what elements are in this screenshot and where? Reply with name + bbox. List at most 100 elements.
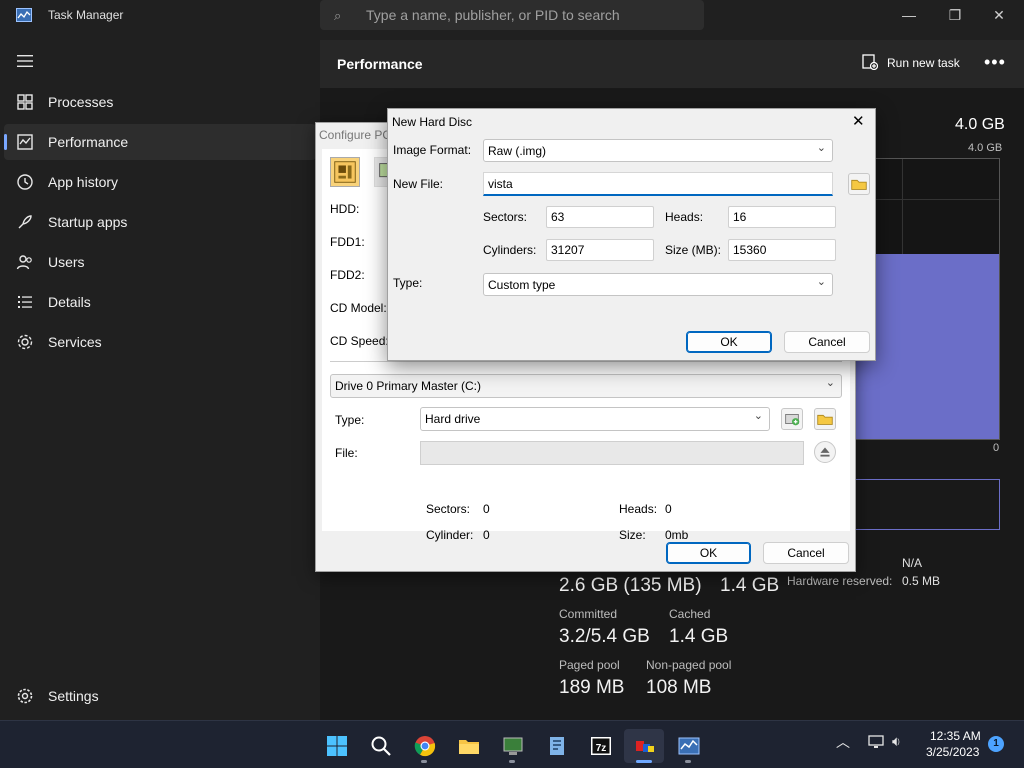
image-format-label: Image Format: <box>393 143 472 157</box>
taskbar-chrome[interactable] <box>404 729 444 763</box>
cancel-button[interactable]: Cancel <box>784 331 870 353</box>
search-box[interactable]: ⌕ <box>320 0 704 30</box>
taskbar-active-app[interactable] <box>624 729 664 763</box>
cylinder-value: 0 <box>483 528 490 542</box>
drive-type-select[interactable]: Hard drive ⌄ <box>420 407 770 431</box>
network-icon[interactable] <box>868 735 886 749</box>
taskbar-pcem[interactable] <box>492 729 532 763</box>
taskbar-7zip[interactable]: 7z <box>580 729 620 763</box>
page-title: Performance <box>337 56 423 72</box>
nav-item-services[interactable]: Services <box>4 324 316 360</box>
nav-item-label: Performance <box>48 134 129 150</box>
non-paged-pool-value: 108 MB <box>646 677 712 698</box>
cylinders-input[interactable]: 31207 <box>546 239 654 261</box>
hamburger-menu-icon[interactable] <box>16 54 34 68</box>
minimize-button[interactable]: — <box>886 0 932 30</box>
heads-value: 0 <box>665 502 672 516</box>
paged-pool-label: Paged pool <box>559 658 620 672</box>
nav-item-performance[interactable]: Performance <box>4 124 316 160</box>
start-icon <box>327 736 347 756</box>
run-new-task-label: Run new task <box>887 56 960 70</box>
taskbar-search-button[interactable] <box>360 729 400 763</box>
cylinder-label: Cylinder: <box>426 528 474 542</box>
start-button[interactable] <box>316 729 356 763</box>
chevron-down-icon: ⌄ <box>816 276 826 288</box>
disk-type-label: Type: <box>393 276 423 290</box>
taskbar-task-manager[interactable] <box>668 729 708 763</box>
disk-type-select[interactable]: Custom type ⌄ <box>483 273 833 296</box>
new-disk-icon[interactable] <box>781 408 803 430</box>
maximize-button[interactable]: ❐ <box>932 0 978 30</box>
new-hard-disc-dialog: New Hard Disc ✕ Image Format: Raw (.img)… <box>387 108 876 361</box>
7zip-icon: 7z <box>591 737 611 755</box>
clock-time[interactable]: 12:35 AM <box>930 729 981 743</box>
new-file-input[interactable]: vista <box>483 172 833 196</box>
task-manager-icon <box>16 8 32 22</box>
search-icon <box>371 736 391 756</box>
processes-icon <box>17 94 33 110</box>
more-options-button[interactable]: ••• <box>984 52 1006 73</box>
window-title: Task Manager <box>48 8 124 22</box>
sectors-input[interactable]: 63 <box>546 206 654 228</box>
file-explorer-icon <box>459 740 479 754</box>
nav-item-details[interactable]: Details <box>4 284 316 320</box>
cd-speed-label: CD Speed: <box>330 334 389 348</box>
show-hidden-icons-button[interactable]: ︿ <box>836 732 850 752</box>
close-icon[interactable]: ✕ <box>852 112 865 130</box>
eject-icon[interactable] <box>814 441 836 463</box>
dialog-title: New Hard Disc <box>392 115 473 129</box>
volume-icon[interactable]: 🔉︎ <box>892 733 901 750</box>
users-icon <box>16 255 32 270</box>
chevron-down-icon: ⌄ <box>816 142 826 154</box>
cancel-button[interactable]: Cancel <box>763 542 849 564</box>
sectors-label: Sectors: <box>483 210 528 224</box>
notification-badge[interactable]: 1 <box>988 736 1004 752</box>
navigation-sidebar: Processes Performance App history Startu… <box>0 40 320 720</box>
image-format-select[interactable]: Raw (.img) ⌄ <box>483 139 833 162</box>
sectors-value: 0 <box>483 502 490 516</box>
clock-date[interactable]: 3/25/2023 <box>926 745 979 759</box>
available-value: 1.4 GB <box>720 575 780 596</box>
taskbar-notepad[interactable] <box>536 729 576 763</box>
ok-button[interactable]: OK <box>686 331 772 353</box>
settings-gear-icon <box>17 688 33 704</box>
size-input[interactable]: 15360 <box>728 239 836 261</box>
nav-item-label: App history <box>48 174 119 190</box>
search-icon: ⌕ <box>334 8 342 23</box>
hardware-reserved-value: 0.5 MB <box>902 574 941 588</box>
nav-item-label: Processes <box>48 94 114 110</box>
search-input[interactable] <box>366 5 686 25</box>
non-paged-pool-label: Non-paged pool <box>646 658 732 672</box>
cd-model-label: CD Model: <box>330 301 387 315</box>
taskbar-file-explorer[interactable] <box>448 729 488 763</box>
ok-button[interactable]: OK <box>666 542 751 564</box>
size-value: 0mb <box>665 528 689 542</box>
close-button[interactable]: ✕ <box>976 0 1022 30</box>
na-value: N/A <box>902 556 923 570</box>
run-task-icon <box>862 54 878 70</box>
nav-item-settings[interactable]: Settings <box>4 678 316 714</box>
heads-input[interactable]: 16 <box>728 206 836 228</box>
nav-item-label: Startup apps <box>48 214 128 230</box>
paged-pool-value: 189 MB <box>559 677 625 698</box>
image-format-value: Raw (.img) <box>488 144 547 158</box>
drive-select-value: Drive 0 Primary Master (C:) <box>335 379 482 393</box>
nav-item-users[interactable]: Users <box>4 244 316 280</box>
file-field[interactable] <box>420 441 804 465</box>
open-folder-icon[interactable] <box>848 173 870 195</box>
drive-select[interactable]: Drive 0 Primary Master (C:) ⌄ <box>330 374 842 398</box>
nav-item-processes[interactable]: Processes <box>4 84 316 120</box>
nav-item-startup-apps[interactable]: Startup apps <box>4 204 316 240</box>
motherboard-icon[interactable] <box>330 157 360 187</box>
new-file-label: New File: <box>393 177 444 191</box>
open-folder-icon[interactable] <box>814 408 836 430</box>
memory-composition-bar[interactable] <box>853 479 1000 530</box>
app-history-icon <box>17 174 33 190</box>
hardware-reserved-label: Hardware reserved: <box>787 574 893 588</box>
services-icon <box>17 334 33 350</box>
sectors-label: Sectors: <box>426 502 471 516</box>
nav-item-app-history[interactable]: App history <box>4 164 316 200</box>
hdd-label: HDD: <box>330 202 360 216</box>
nav-item-label: Details <box>48 294 91 310</box>
divider <box>330 361 842 362</box>
